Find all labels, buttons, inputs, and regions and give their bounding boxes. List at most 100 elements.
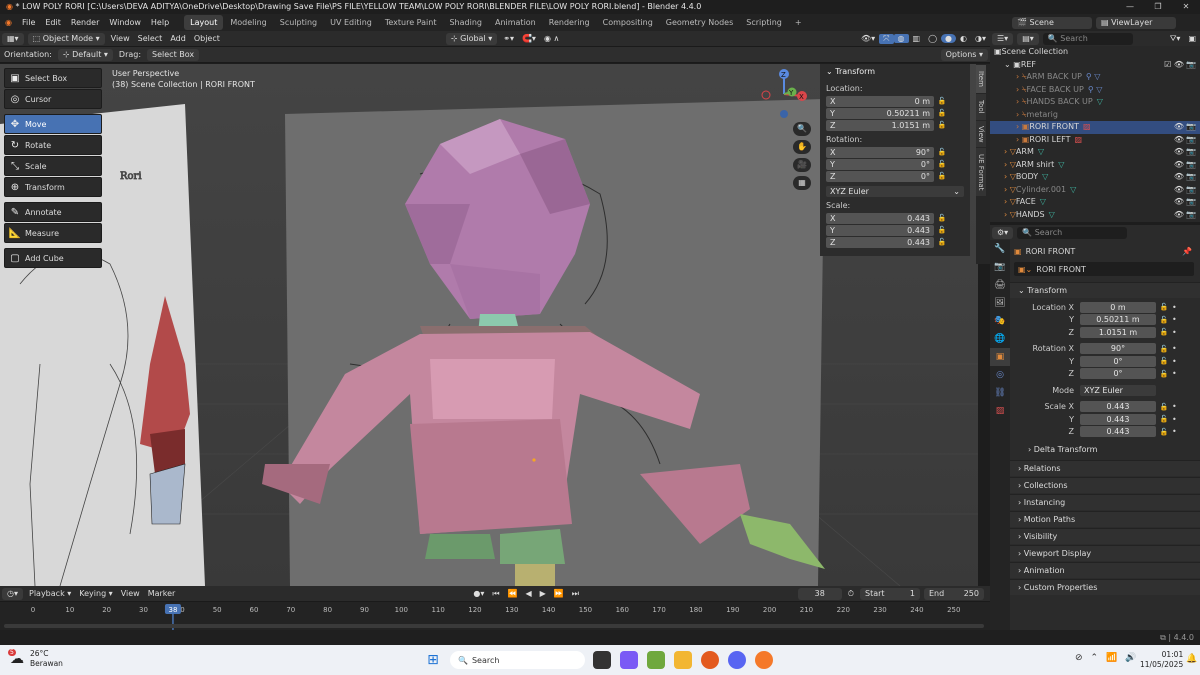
camera-icon[interactable]: 📷 xyxy=(1186,209,1196,222)
field-value[interactable]: 0° xyxy=(1080,355,1156,367)
task-view-icon[interactable] xyxy=(593,651,611,669)
auto-keying-icon[interactable]: ●▾ xyxy=(469,589,488,598)
rotation-mode-dropdown[interactable]: XYZ Euler xyxy=(1080,384,1156,396)
camera-icon[interactable]: 📷 xyxy=(1186,159,1196,172)
material-shading-icon[interactable]: ◐ xyxy=(956,34,971,43)
eye-icon[interactable]: 👁 xyxy=(1174,209,1184,222)
gizmo-icon[interactable]: ⤧ xyxy=(879,33,894,44)
zoom-icon[interactable]: 🔍 xyxy=(793,122,811,136)
eye-icon[interactable]: 👁 xyxy=(1174,184,1184,197)
field-value[interactable]: 0.443 xyxy=(1080,413,1156,425)
tab-geometry-nodes[interactable]: Geometry Nodes xyxy=(660,15,739,30)
rendered-shading-icon[interactable]: ◑▾ xyxy=(971,34,990,43)
lock-icon[interactable]: 🔓 xyxy=(1156,403,1172,411)
keyframe-dot-icon[interactable]: • xyxy=(1172,415,1177,424)
keyframe-dot-icon[interactable]: • xyxy=(1172,369,1177,378)
tool-tab-icon[interactable]: 🔧 xyxy=(990,240,1010,258)
pan-hand-icon[interactable]: ✋ xyxy=(793,140,811,154)
lock-icon[interactable]: 🔓 xyxy=(934,172,950,180)
camera-icon[interactable]: 📷 xyxy=(1186,134,1196,147)
scene-tab-icon[interactable]: 🎭 xyxy=(990,312,1010,330)
discord-icon[interactable] xyxy=(728,651,746,669)
lock-icon[interactable]: 🔓 xyxy=(934,148,950,156)
proportional-edit-icon[interactable]: ◉ ∧ xyxy=(540,34,563,43)
lock-icon[interactable]: 🔓 xyxy=(1156,303,1172,311)
app-icon[interactable] xyxy=(647,651,665,669)
filter-icon[interactable]: ⛛▾ xyxy=(1166,34,1185,44)
keyframe-dot-icon[interactable]: • xyxy=(1172,303,1177,312)
orientation-dropdown[interactable]: ⊹ Default ▾ xyxy=(57,48,113,61)
prev-key-icon[interactable]: ⏪ xyxy=(504,589,522,598)
section-motion-paths[interactable]: › Motion Paths xyxy=(1010,510,1200,527)
lock-icon[interactable]: 🔓 xyxy=(1156,357,1172,365)
close-icon[interactable]: ✕ xyxy=(1172,0,1200,14)
eye-icon[interactable]: 👁 xyxy=(1174,159,1184,172)
menu-marker[interactable]: Marker xyxy=(144,589,180,598)
tab-modeling[interactable]: Modeling xyxy=(224,15,272,30)
clock[interactable]: 01:01 11/05/2025 xyxy=(1140,650,1183,670)
solid-shading-icon[interactable]: ● xyxy=(941,34,957,43)
timeline-ruler[interactable]: 0102030405060708090100110120130140150160… xyxy=(0,602,990,630)
keyframe-dot-icon[interactable]: • xyxy=(1172,344,1177,353)
outliner-item[interactable]: › ▽ FACE ▽ 👁 📷 xyxy=(990,196,1200,209)
outliner-filter-mode-icon[interactable]: ▤▾ xyxy=(1017,32,1039,45)
tool-measure[interactable]: 📐 Measure xyxy=(4,223,102,243)
transform-orientation-dropdown[interactable]: ⊹ Global ▾ xyxy=(445,32,498,45)
mode-dropdown[interactable]: ⬚ Object Mode ▾ xyxy=(27,32,105,45)
properties-search-input[interactable]: 🔍 Search xyxy=(1017,226,1128,239)
field-value[interactable]: 0 m xyxy=(1080,301,1156,313)
view-layer-tab-icon[interactable]: 🖼 xyxy=(990,294,1010,312)
data-tab-icon[interactable]: ▨ xyxy=(990,402,1010,420)
chevron-up-icon[interactable]: ⌃ xyxy=(1091,653,1099,663)
lock-icon[interactable]: 🔓 xyxy=(934,160,950,168)
transform-section[interactable]: ⌄ Transform xyxy=(1010,282,1200,298)
menu-object[interactable]: Object xyxy=(190,34,224,43)
pivot-icon[interactable]: ⚭▾ xyxy=(499,34,518,43)
menu-view[interactable]: View xyxy=(117,589,144,598)
menu-select[interactable]: Select xyxy=(134,34,167,43)
checkbox-icon[interactable]: ☑ 👁 xyxy=(1164,59,1184,72)
field-value[interactable]: 0.443 xyxy=(1080,426,1156,437)
drag-dropdown[interactable]: Select Box xyxy=(147,48,200,61)
add-workspace-icon[interactable]: + xyxy=(789,15,808,30)
tab-ue-format[interactable]: UE Format xyxy=(976,148,986,196)
ortho-grid-icon[interactable]: ▦ xyxy=(793,176,811,190)
navigation-gizmo[interactable]: Z X Y xyxy=(758,68,810,120)
field-value[interactable]: 0.443 xyxy=(1080,401,1156,412)
copilot-icon[interactable] xyxy=(620,651,638,669)
outliner-item[interactable]: › ⍀ metarig xyxy=(990,109,1200,122)
volume-icon[interactable]: 🔊 xyxy=(1125,653,1136,663)
wifi-icon[interactable]: 📶 xyxy=(1106,653,1117,663)
play-reverse-icon[interactable]: ◀ xyxy=(522,589,536,598)
outliner-root[interactable]: ▣ Scene Collection xyxy=(990,46,1200,59)
camera-icon[interactable]: 📷 xyxy=(1186,184,1196,197)
keyframe-dot-icon[interactable]: • xyxy=(1172,402,1177,411)
properties-editor-type-icon[interactable]: ⚙▾ xyxy=(992,226,1014,239)
eye-icon[interactable]: 👁 xyxy=(1174,134,1184,147)
outliner-item[interactable]: › ▽ ARM shirt ▽ 👁 📷 xyxy=(990,159,1200,172)
world-tab-icon[interactable]: 🌐 xyxy=(990,330,1010,348)
menu-help[interactable]: Help xyxy=(146,14,174,31)
outliner-search-input[interactable]: 🔍 Search xyxy=(1042,32,1133,45)
location-x-field[interactable]: X 0 m xyxy=(826,95,934,107)
outliner-item[interactable]: › ⍀ FACE BACK UP ⚲ ▽ xyxy=(990,84,1200,97)
outliner-item[interactable]: › ▣ RORI LEFT ▨ 👁 📷 xyxy=(990,134,1200,147)
visibility-icon[interactable]: 👁▾ xyxy=(857,34,879,43)
lock-icon[interactable]: 🔓 xyxy=(1156,370,1172,378)
tool-rotate[interactable]: ↻ Rotate xyxy=(4,135,102,155)
outliner-item[interactable]: › ▽ ARM ▽ 👁 📷 xyxy=(990,146,1200,159)
menu-file[interactable]: File xyxy=(17,14,40,31)
camera-icon[interactable]: 📷 xyxy=(1186,146,1196,159)
field-value[interactable]: 1.0151 m xyxy=(1080,326,1156,338)
tab-item[interactable]: Item xyxy=(976,65,986,93)
firefox-icon[interactable] xyxy=(701,651,719,669)
constraints-tab-icon[interactable]: ⛓ xyxy=(990,384,1010,402)
keyframe-dot-icon[interactable]: • xyxy=(1172,357,1177,366)
lock-icon[interactable]: 🔓 xyxy=(1156,345,1172,353)
tool-annotate[interactable]: ✎ Annotate xyxy=(4,202,102,222)
menu-window[interactable]: Window xyxy=(104,14,146,31)
tab-rendering[interactable]: Rendering xyxy=(543,15,596,30)
scene-selector[interactable]: 🎬 Scene xyxy=(1012,16,1092,29)
rotation-x-field[interactable]: X 90° xyxy=(826,146,934,158)
object-tab-icon[interactable]: ▣ xyxy=(990,348,1010,366)
